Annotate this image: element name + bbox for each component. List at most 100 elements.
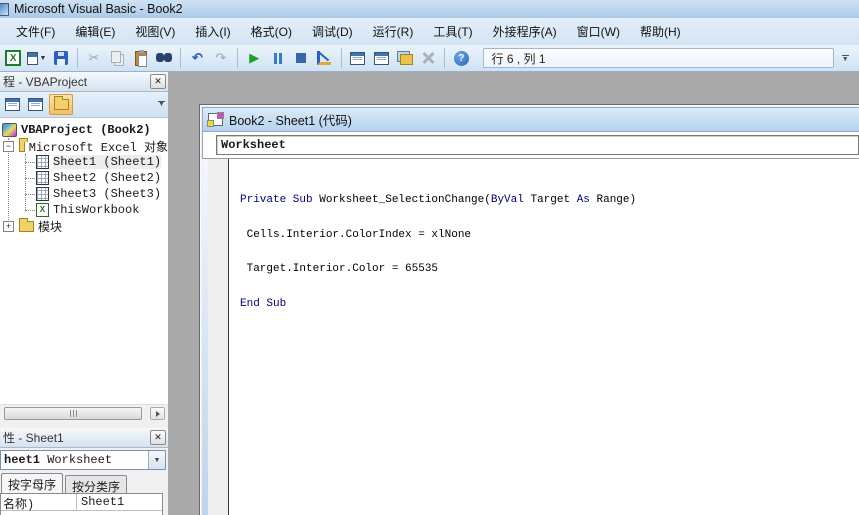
worksheet-icon [36,171,49,185]
object-name: heet1 [4,453,40,467]
app-icon [0,3,9,16]
save-icon[interactable] [51,49,69,68]
dock-splitter[interactable] [0,421,168,428]
toolbar-separator [180,48,181,68]
collapse-icon[interactable]: − [3,141,14,152]
tree-item-project-root[interactable]: VBAProject (Book2) [0,122,168,138]
code-window-titlebar[interactable]: Book2 - Sheet1 (代码) [202,107,859,132]
mdi-background: Book2 - Sheet1 (代码) Worksheet Private Su… [168,72,859,515]
toolbar-separator [77,48,78,68]
code-line: Private Sub Worksheet_SelectionChange(By… [240,195,859,207]
property-name: 名称) [1,494,77,510]
menu-run[interactable]: 运行(R) [363,19,424,44]
paste-icon[interactable] [132,49,150,68]
reset-icon[interactable] [292,49,310,68]
project-tree: − + VBAProject (Book2) Microsoft Excel 对… [0,118,168,404]
tree-connector [25,178,35,179]
toggle-folders-button[interactable] [49,94,73,115]
panel-overflow-icon[interactable]: ▼ [158,101,165,108]
properties-header: 性 - Sheet1 ✕ [0,428,168,448]
tree-connector [25,210,35,211]
cut-icon[interactable]: ✂ [85,49,103,68]
properties-title: 性 - Sheet1 [3,429,150,446]
menu-bar: 文件(F) 编辑(E) 视图(V) 插入(I) 格式(O) 调试(D) 运行(R… [0,18,859,45]
properties-object-row: heet1 Worksheet ▼ [0,448,168,472]
run-icon[interactable]: ▶ [245,49,263,68]
property-value[interactable]: Sheet1 [77,494,162,510]
design-mode-icon[interactable] [315,49,333,68]
scrollbar-right-arrow-icon[interactable] [150,407,165,420]
view-code-icon[interactable] [3,95,22,114]
property-row-name[interactable]: 名称) Sheet1 [1,494,162,511]
code-editor[interactable]: Private Sub Worksheet_SelectionChange(By… [229,159,859,515]
properties-window-icon[interactable] [372,49,390,68]
tree-item-modules-folder[interactable]: 模块 [0,218,168,234]
insert-userform-icon[interactable]: ▼ [27,49,46,68]
menu-addins[interactable]: 外接程序(A) [483,19,567,44]
scrollbar-thumb[interactable] [4,407,142,420]
code-line: End Sub [240,299,859,311]
view-object-icon[interactable] [26,95,45,114]
main-toolbar: X ▼ ✂ ↶ ↷ ▶ ? 行 6 , 列 1 ▼ [0,45,859,72]
code-combo-row: Worksheet [202,132,859,158]
properties-object-combo[interactable]: heet1 Worksheet ▼ [0,450,166,470]
code-window-title: Book2 - Sheet1 (代码) [229,110,352,129]
menu-tools[interactable]: 工具(T) [423,19,482,44]
object-browser-icon[interactable] [395,49,413,68]
copy-icon[interactable] [108,49,126,68]
toolbar-separator [237,48,238,68]
project-explorer-close-icon[interactable]: ✕ [150,74,166,89]
properties-tabs: 按字母序 按分类序 [0,472,168,493]
menu-view[interactable]: 视图(V) [125,19,185,44]
worksheet-icon [36,187,49,201]
tab-categorized[interactable]: 按分类序 [65,475,127,493]
properties-grid: 名称) Sheet1 [0,493,163,515]
project-horizontal-scrollbar[interactable] [0,404,168,421]
toolbar-separator [444,48,445,68]
workbook-icon: X [36,203,49,217]
vba-project-icon [2,123,17,137]
object-dropdown[interactable]: Worksheet [216,135,859,155]
toolbox-icon[interactable] [419,49,437,68]
window-title: Microsoft Visual Basic - Book2 [14,2,183,16]
expand-icon[interactable]: + [3,221,14,232]
redo-icon[interactable]: ↷ [212,49,230,68]
code-line: Target.Interior.Color = 65535 [240,264,859,276]
cursor-position-status: 行 6 , 列 1 [483,48,834,68]
folder-icon [54,99,69,110]
code-margin-indicator-bar[interactable] [208,159,229,515]
project-explorer-icon[interactable] [349,49,367,68]
menu-insert[interactable]: 插入(I) [185,19,240,44]
closed-folder-icon [19,221,34,232]
view-excel-icon[interactable]: X [4,49,22,68]
left-dock: 程 - VBAProject ✕ ▼ − + VBAProject (Book2… [0,72,168,515]
undo-icon[interactable]: ↶ [188,49,206,68]
tree-connector [25,162,35,163]
object-type: Worksheet [40,453,112,467]
menu-format[interactable]: 格式(O) [241,19,302,44]
help-icon[interactable]: ? [452,49,470,68]
menu-edit[interactable]: 编辑(E) [65,19,125,44]
code-body: Private Sub Worksheet_SelectionChange(By… [202,158,859,515]
worksheet-icon [36,155,49,169]
find-icon[interactable] [155,49,173,68]
menu-debug[interactable]: 调试(D) [302,19,363,44]
open-folder-icon [19,141,25,152]
menu-window[interactable]: 窗口(W) [567,19,630,44]
tab-alphabetic[interactable]: 按字母序 [1,473,63,493]
tree-item-excel-objects-folder[interactable]: Microsoft Excel 对象 [0,138,168,154]
toolbar-separator [341,48,342,68]
menu-file[interactable]: 文件(F) [6,19,65,44]
window-titlebar: Microsoft Visual Basic - Book2 [0,0,859,18]
menu-help[interactable]: 帮助(H) [630,19,691,44]
properties-close-icon[interactable]: ✕ [150,430,166,445]
chevron-down-icon[interactable]: ▼ [148,451,165,469]
code-window: Book2 - Sheet1 (代码) Worksheet Private Su… [199,104,859,515]
break-icon[interactable] [268,49,286,68]
code-window-icon [208,113,223,126]
toolbar-overflow-icon[interactable]: ▼ [839,55,851,62]
code-line: Cells.Interior.ColorIndex = xlNone [240,230,859,242]
project-explorer-title: 程 - VBAProject [3,73,150,90]
project-explorer-header: 程 - VBAProject ✕ [0,72,168,92]
insert-dropdown-icon[interactable]: ▼ [39,55,46,62]
